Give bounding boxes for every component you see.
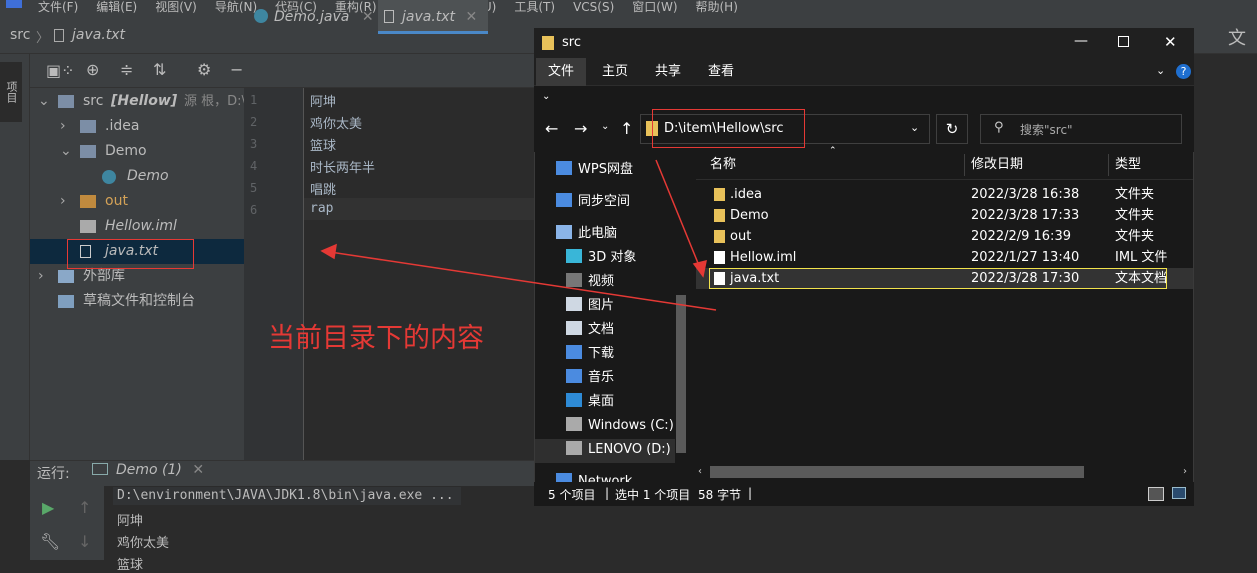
annotation-arrows	[320, 159, 717, 311]
arrow-head-tree	[320, 243, 337, 260]
arrow-to-file	[655, 159, 701, 269]
arrow-head-file	[692, 259, 707, 278]
arrow-to-tree	[329, 251, 717, 311]
